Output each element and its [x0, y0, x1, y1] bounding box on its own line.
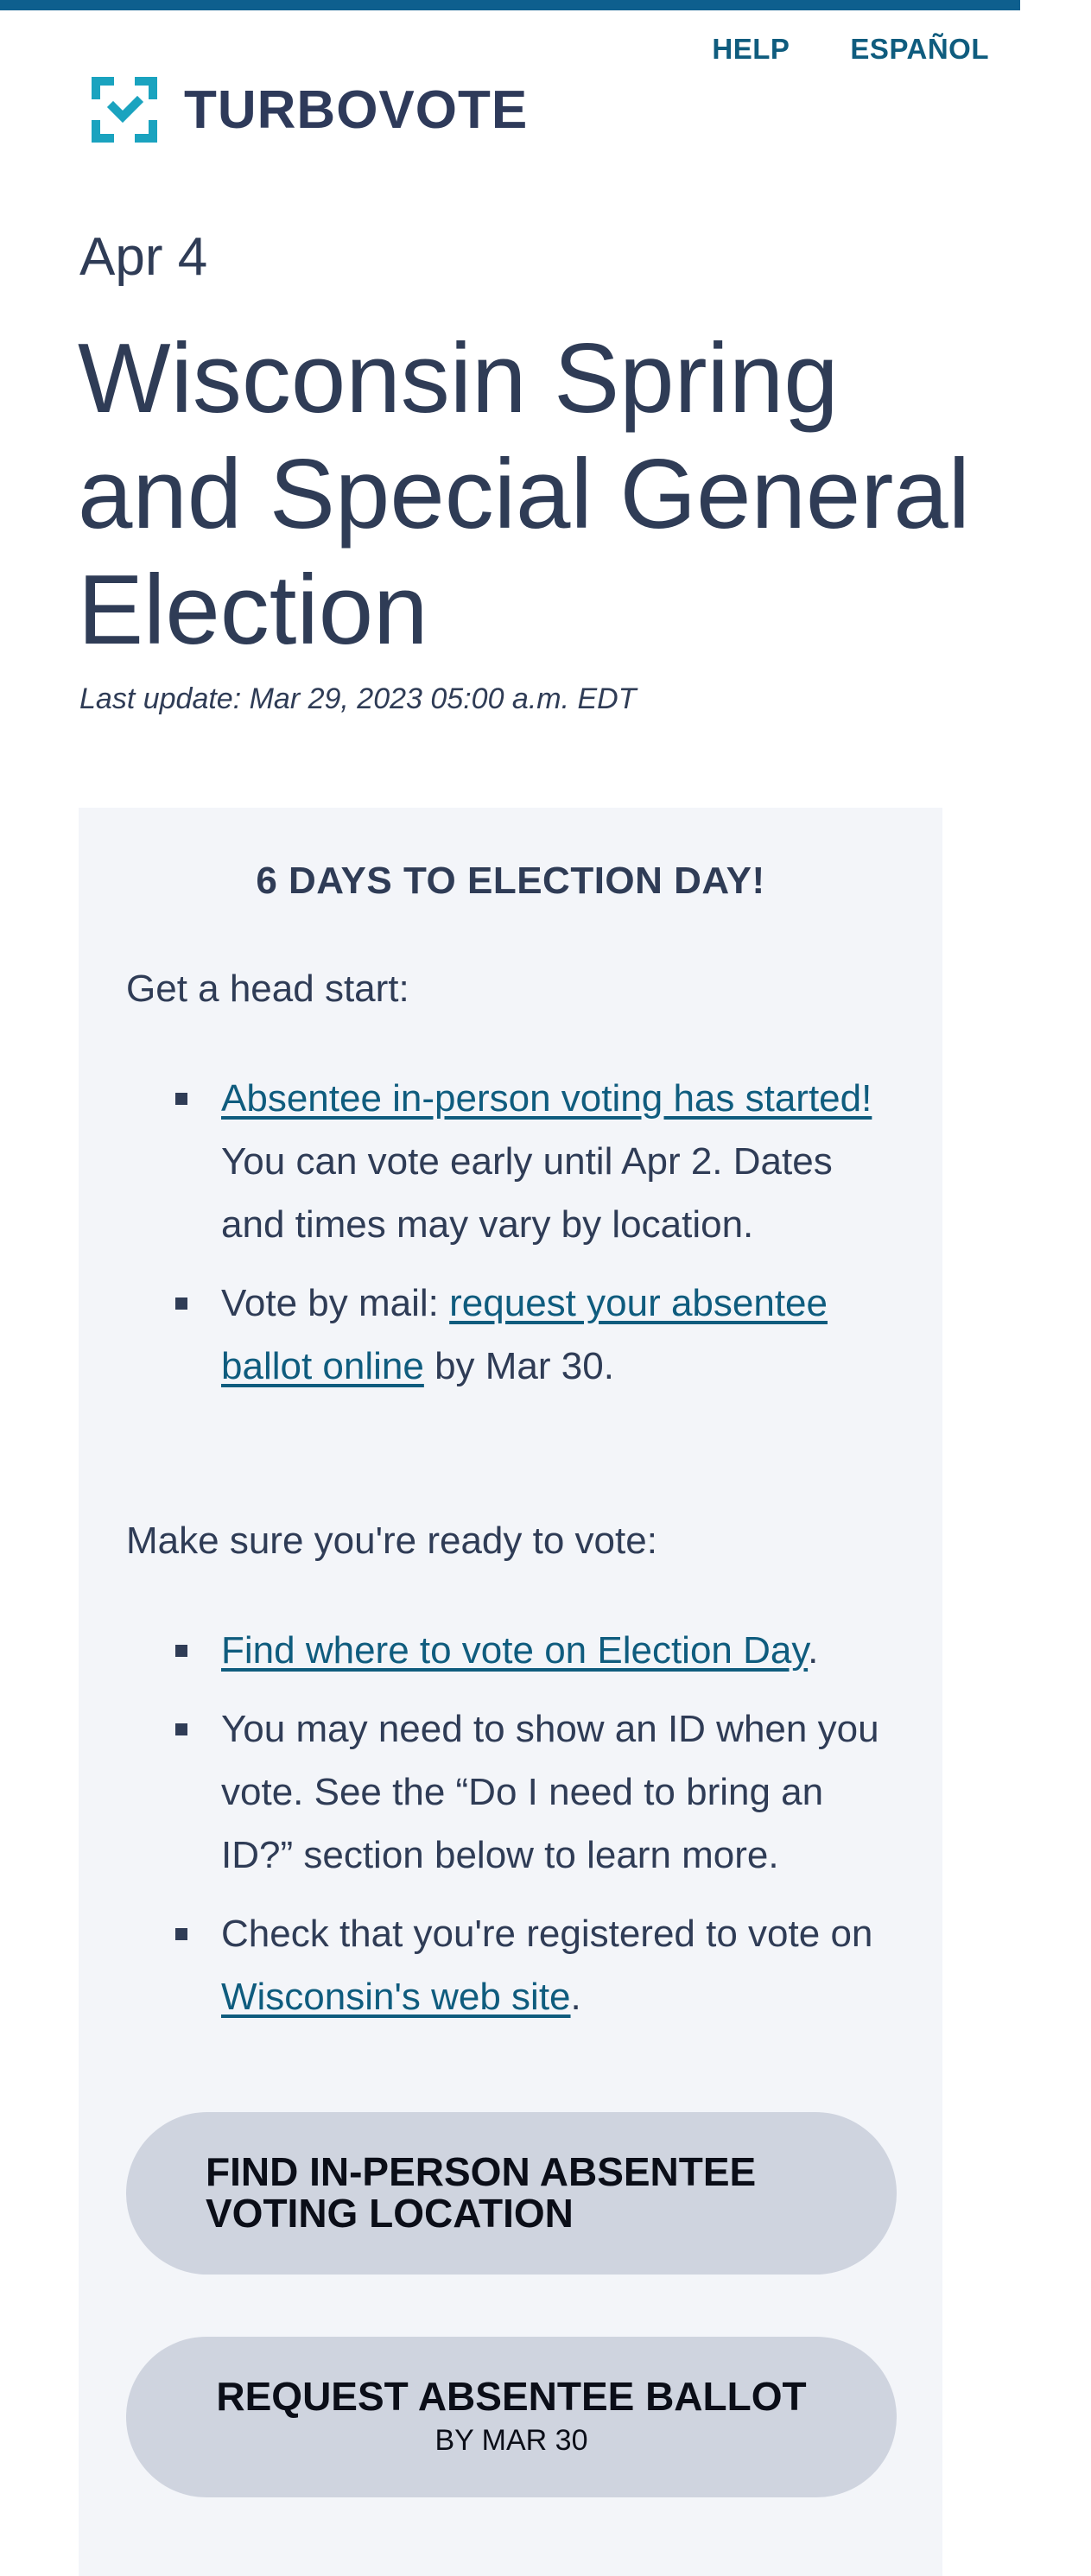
wisconsin-website-link[interactable]: Wisconsin's web site: [221, 1976, 571, 2018]
list-item-text: .: [570, 1976, 581, 2018]
last-update: Last update: Mar 29, 2023 05:00 a.m. EDT: [79, 682, 637, 715]
espanol-link[interactable]: ESPAÑOL: [850, 33, 989, 66]
list-item: Absentee in-person voting has started! Y…: [126, 1067, 904, 1256]
find-polling-place-link[interactable]: Find where to vote on Election Day: [221, 1629, 808, 1672]
list-item: Check that you're registered to vote on …: [126, 1902, 904, 2028]
top-nav: HELP ESPAÑOL: [712, 33, 989, 66]
top-accent-bar: [0, 0, 1020, 10]
election-title: Wisconsin Spring and Special General Ele…: [78, 324, 971, 665]
list-item: Find where to vote on Election Day.: [126, 1619, 904, 1682]
election-date: Apr 4: [79, 227, 208, 287]
button-sublabel: BY MAR 30: [434, 2424, 588, 2457]
request-absentee-ballot-button[interactable]: REQUEST ABSENTEE BALLOT BY MAR 30: [126, 2337, 897, 2497]
head-start-list: Absentee in-person voting has started! Y…: [126, 1067, 904, 1413]
find-absentee-location-button[interactable]: FIND IN-PERSON ABSENTEE VOTING LOCATION: [126, 2112, 897, 2275]
head-start-label: Get a head start:: [126, 968, 409, 1010]
ready-to-vote-list: Find where to vote on Election Day. You …: [126, 1619, 904, 2044]
list-item-text: by Mar 30.: [423, 1345, 614, 1387]
button-label: FIND IN-PERSON ABSENTEE VOTING LOCATION: [206, 2149, 757, 2236]
list-item: Vote by mail: request your absentee ball…: [126, 1272, 904, 1398]
turbovote-logo[interactable]: TURBOVOTE: [91, 76, 528, 143]
button-label: REQUEST ABSENTEE BALLOT: [216, 2374, 807, 2419]
list-item-text: .: [808, 1629, 819, 1672]
list-item-text: You can vote early until Apr 2. Dates an…: [221, 1140, 833, 1246]
ready-to-vote-label: Make sure you're ready to vote:: [126, 1520, 657, 1562]
absentee-in-person-link[interactable]: Absentee in-person voting has started!: [221, 1077, 872, 1120]
list-item-text: You may need to show an ID when you vote…: [221, 1708, 879, 1876]
help-link[interactable]: HELP: [712, 33, 790, 66]
days-to-election-heading: 6 DAYS TO ELECTION DAY!: [256, 860, 765, 902]
checkbox-logo-icon: [91, 76, 158, 143]
logo-wordmark: TURBOVOTE: [184, 79, 529, 140]
list-item-text: Vote by mail:: [221, 1282, 450, 1324]
list-item-text: Check that you're registered to vote on: [221, 1913, 873, 1955]
election-info-panel: 6 DAYS TO ELECTION DAY! Get a head start…: [79, 808, 942, 2576]
list-item: You may need to show an ID when you vote…: [126, 1697, 904, 1887]
